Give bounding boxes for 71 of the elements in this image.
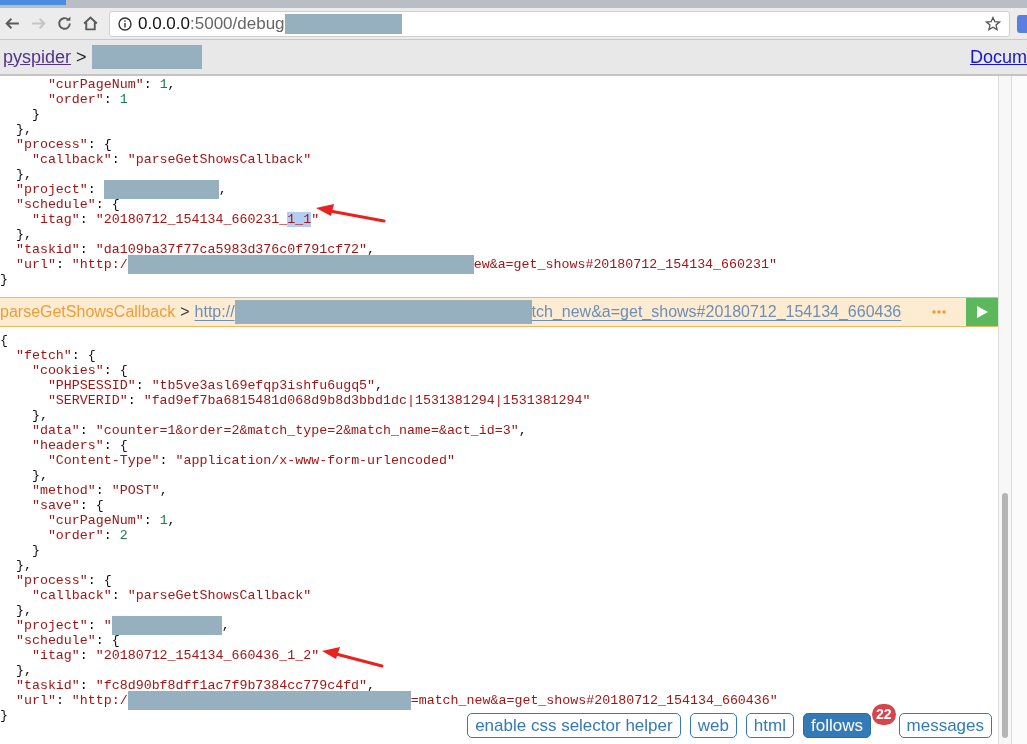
more-icon[interactable] xyxy=(932,310,946,314)
code-line: "method": "POST", xyxy=(30,483,168,498)
reload-icon[interactable] xyxy=(56,15,73,32)
task-url-link[interactable]: http:// xyxy=(194,300,235,324)
code-line: "Content-Type": "application/x-www-form-urlencoded" xyxy=(46,453,455,468)
url-text: 0.0.0.0 xyxy=(138,12,190,35)
toolbar-button[interactable]: enable css selector helper xyxy=(467,713,681,738)
code-line: "headers": { xyxy=(30,438,128,453)
code-line: , xyxy=(221,618,230,633)
code-line: } xyxy=(30,107,40,122)
breadcrumb-separator: > xyxy=(76,45,87,69)
extension-icon[interactable] xyxy=(1017,14,1027,33)
code-line: "order": 1 xyxy=(46,92,128,107)
code-line: } xyxy=(0,708,8,723)
code-line: }, xyxy=(14,167,32,182)
task-separator: > xyxy=(180,302,190,322)
toolbar-button[interactable]: html xyxy=(745,713,794,738)
code-line: "fetch": { xyxy=(14,348,96,363)
code-line: }, xyxy=(30,468,48,483)
url-text: :5000/debug xyxy=(190,12,285,35)
play-icon xyxy=(976,306,988,318)
info-icon[interactable] xyxy=(118,16,132,31)
annotation-arrow xyxy=(320,646,384,670)
code-line: "data": "counter=1&order=2&match_type=2&match_name=&act_id=3", xyxy=(30,423,527,438)
code-line: "process": { xyxy=(14,573,112,588)
code-line: "order": 2 xyxy=(46,528,128,543)
code-line: }, xyxy=(14,603,32,618)
code-line: ew&a=get_shows#20180712_154134_660231" xyxy=(473,257,777,272)
code-line: "taskid": "fc8d90bf8dff1ac7f9b7384cc779c4fd", xyxy=(14,678,376,693)
code-line: "curPageNum": 1, xyxy=(46,513,176,528)
back-arrow-icon[interactable] xyxy=(4,15,21,32)
toolbar-button[interactable]: web xyxy=(689,713,737,738)
code-line: }, xyxy=(14,663,32,678)
code-line: "callback": "parseGetShowsCallback" xyxy=(30,588,312,603)
code-line: }, xyxy=(14,227,32,242)
run-button[interactable] xyxy=(966,298,998,326)
code-line: "project": " xyxy=(14,618,112,633)
code-line: "project": xyxy=(14,182,97,197)
code-line: }, xyxy=(14,122,32,137)
code-line: "url": "http:/ xyxy=(14,693,128,708)
scrollbar-thumb[interactable] xyxy=(1002,493,1008,738)
code-line: } xyxy=(30,543,40,558)
code-line: "curPageNum": 1, xyxy=(46,77,176,92)
count-badge: 22 xyxy=(871,704,896,725)
code-line: "schedule": { xyxy=(14,633,120,648)
code-line: }, xyxy=(14,558,32,573)
annotation-arrow xyxy=(314,203,386,225)
scrollbar[interactable] xyxy=(998,76,1012,744)
home-icon[interactable] xyxy=(82,15,99,32)
code-line: "SERVERID": "fad9ef7ba6815481d068d9b8d3bbd1dc|1531381294|1531381294" xyxy=(46,393,591,408)
callback-name: parseGetShowsCallback xyxy=(0,302,176,322)
code-line: "schedule": { xyxy=(14,197,120,212)
docs-link[interactable]: Docum xyxy=(970,43,1027,71)
code-line: { xyxy=(0,333,8,348)
code-line: "cookies": { xyxy=(30,363,128,378)
code-line: "taskid": "da109ba37f77ca5983d376c0f791cf72", xyxy=(14,242,376,257)
code-line: "url": "http:/ xyxy=(14,257,128,272)
code-line: , xyxy=(218,182,227,197)
toolbar-button[interactable]: messages xyxy=(898,713,992,738)
breadcrumb-link[interactable]: pyspider xyxy=(3,43,72,71)
address-bar[interactable]: 0.0.0.0:5000/debug xyxy=(109,10,1010,37)
code-line: }, xyxy=(30,408,48,423)
code-line: "itag": "20180712_154134_660436_1_2" xyxy=(30,648,320,663)
code-line: "PHPSESSID": "tb5ve3asl69efqp3ishfu6ugq5", xyxy=(46,378,384,393)
code-line: "process": { xyxy=(14,137,112,152)
code-line: "save": { xyxy=(30,498,104,513)
code-line: =match_new&a=get_shows#20180712_154134_660436" xyxy=(410,693,778,708)
star-icon[interactable] xyxy=(985,15,1001,32)
toolbar-button[interactable]: follows xyxy=(802,713,871,738)
code-line: "callback": "parseGetShowsCallback" xyxy=(30,152,312,167)
code-line: } xyxy=(0,272,8,287)
